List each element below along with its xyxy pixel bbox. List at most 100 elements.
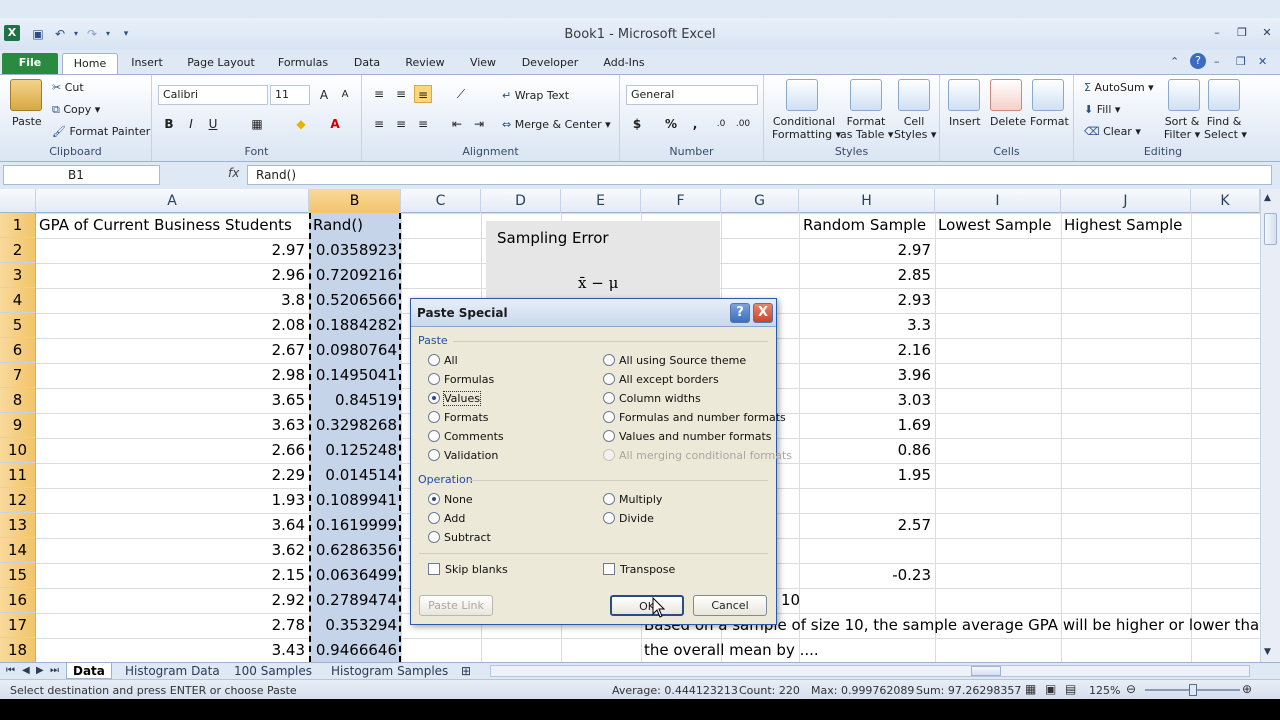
- cell-b-value[interactable]: 0.014514: [309, 463, 401, 488]
- align-top-icon[interactable]: ≡: [370, 85, 388, 103]
- cell-a-value[interactable]: 3.43: [36, 638, 309, 662]
- sort-filter-button[interactable]: Sort & Filter ▾: [1162, 115, 1202, 141]
- cell-b-value[interactable]: 0.125248: [309, 438, 401, 463]
- cell-b-value[interactable]: 0.84519: [309, 388, 401, 413]
- cell-styles-button[interactable]: Cell Styles ▾: [894, 115, 936, 141]
- cell-a-value[interactable]: 3.62: [36, 538, 309, 563]
- workbook-restore-icon[interactable]: ❐: [1236, 55, 1246, 68]
- checkbox-transpose[interactable]: Transpose: [603, 562, 675, 578]
- paste-icon[interactable]: [10, 79, 42, 111]
- next-sheet-icon[interactable]: ▶: [36, 663, 44, 679]
- cell-a-value[interactable]: 3.8: [36, 288, 309, 313]
- workbook-minimize-icon[interactable]: –: [1214, 55, 1220, 68]
- row-header[interactable]: 15: [0, 563, 36, 588]
- cell-b-value[interactable]: 0.0358923: [309, 238, 401, 263]
- align-middle-icon[interactable]: ≡: [392, 85, 410, 103]
- insert-cells-button[interactable]: Insert: [949, 115, 981, 128]
- sheet-tab-histogram-samples[interactable]: Histogram Samples: [331, 663, 448, 679]
- cell-a-value[interactable]: 2.66: [36, 438, 309, 463]
- row-header[interactable]: 14: [0, 538, 36, 563]
- row-header[interactable]: 5: [0, 313, 36, 338]
- tab-data[interactable]: Data: [344, 53, 390, 74]
- cell-h1[interactable]: Random Sample: [803, 213, 926, 238]
- col-header-b[interactable]: B: [309, 189, 401, 213]
- radio-subtract[interactable]: Subtract: [428, 530, 491, 546]
- row-header[interactable]: 9: [0, 413, 36, 438]
- row-header[interactable]: 17: [0, 613, 36, 638]
- col-header-g[interactable]: G: [721, 189, 799, 213]
- select-all-corner[interactable]: [0, 189, 36, 213]
- cell-b1[interactable]: Rand(): [313, 213, 363, 238]
- radio-all[interactable]: All: [428, 353, 458, 369]
- increase-decimal-icon[interactable]: .0: [712, 115, 730, 133]
- radio-multiply[interactable]: Multiply: [603, 492, 662, 508]
- col-header-c[interactable]: C: [401, 189, 481, 213]
- cell-a-value[interactable]: 2.15: [36, 563, 309, 588]
- sheet-tab-histogram-data[interactable]: Histogram Data: [125, 663, 220, 679]
- radio-column-widths[interactable]: Column widths: [603, 391, 701, 407]
- cell-b-value[interactable]: 0.9466646: [309, 638, 401, 662]
- grow-font-icon[interactable]: A: [315, 86, 333, 104]
- align-center-icon[interactable]: ≡: [392, 115, 410, 133]
- cell-j1[interactable]: Highest Sample: [1064, 213, 1182, 238]
- decrease-decimal-icon[interactable]: .00: [734, 115, 752, 133]
- cell-b-value[interactable]: 0.1089941: [309, 488, 401, 513]
- increase-indent-icon[interactable]: ⇥: [470, 115, 488, 133]
- vertical-scrollbar[interactable]: ▲ ▼: [1260, 189, 1280, 662]
- tab-review[interactable]: Review: [398, 53, 452, 74]
- comma-button[interactable]: ,: [686, 115, 704, 133]
- cell-a-value[interactable]: 2.97: [36, 238, 309, 263]
- row-header[interactable]: 11: [0, 463, 36, 488]
- scroll-down-icon[interactable]: ▼: [1264, 647, 1271, 657]
- ok-button[interactable]: OK: [610, 595, 684, 616]
- cell-b-value[interactable]: 0.353294: [309, 613, 401, 638]
- tab-formulas[interactable]: Formulas: [272, 53, 334, 74]
- cell-a-value[interactable]: 3.65: [36, 388, 309, 413]
- row-header[interactable]: 18: [0, 638, 36, 662]
- col-header-i[interactable]: I: [935, 189, 1061, 213]
- first-sheet-icon[interactable]: ⏮: [6, 663, 15, 679]
- font-name-select[interactable]: Calibri: [158, 85, 268, 105]
- cell-h-value[interactable]: 3.3: [799, 313, 935, 338]
- sort-filter-icon[interactable]: [1168, 79, 1200, 111]
- row-header[interactable]: 7: [0, 363, 36, 388]
- borders-icon[interactable]: ▦: [248, 115, 266, 133]
- formula-input[interactable]: Rand(): [247, 165, 1272, 185]
- tab-home[interactable]: Home: [62, 53, 118, 74]
- horizontal-scroll-thumb[interactable]: [971, 666, 1001, 676]
- scroll-up-icon[interactable]: ▲: [1264, 193, 1271, 203]
- fill-button[interactable]: ⬇ Fill ▾: [1084, 103, 1120, 116]
- underline-button[interactable]: U: [204, 115, 222, 133]
- cell-a-value[interactable]: 3.63: [36, 413, 309, 438]
- col-header-d[interactable]: D: [481, 189, 561, 213]
- radio-divide[interactable]: Divide: [603, 511, 654, 527]
- fill-color-icon[interactable]: ◆: [292, 115, 310, 133]
- merge-center-button[interactable]: ⇔ Merge & Center ▾: [502, 118, 611, 131]
- cell-b-value[interactable]: 0.1619999: [309, 513, 401, 538]
- col-header-a[interactable]: A: [36, 189, 309, 213]
- minimize-ribbon-icon[interactable]: ⌃: [1170, 55, 1179, 68]
- cell-a-value[interactable]: 2.78: [36, 613, 309, 638]
- cell-h15[interactable]: -0.23: [799, 563, 935, 588]
- cell-b-value[interactable]: 0.2789474: [309, 588, 401, 613]
- last-sheet-icon[interactable]: ⏭: [50, 663, 59, 679]
- delete-cells-button[interactable]: Delete: [990, 115, 1026, 128]
- find-select-icon[interactable]: [1208, 79, 1240, 111]
- zoom-level[interactable]: 125%: [1089, 684, 1120, 697]
- row-header[interactable]: 3: [0, 263, 36, 288]
- cell-b-value[interactable]: 0.7209216: [309, 263, 401, 288]
- zoom-out-icon[interactable]: ⊖: [1126, 682, 1136, 696]
- row-header[interactable]: 2: [0, 238, 36, 263]
- col-header-e[interactable]: E: [561, 189, 641, 213]
- cell-h-value[interactable]: 3.03: [799, 388, 935, 413]
- tab-developer[interactable]: Developer: [514, 53, 586, 74]
- radio-all-source-theme[interactable]: All using Source theme: [603, 353, 746, 369]
- col-header-h[interactable]: H: [799, 189, 935, 213]
- row-header[interactable]: 1: [0, 213, 36, 238]
- cell-h-value[interactable]: 2.85: [799, 263, 935, 288]
- row18-note[interactable]: the overall mean by ....: [644, 638, 819, 662]
- delete-cells-icon[interactable]: [990, 79, 1022, 111]
- radio-validation[interactable]: Validation: [428, 448, 498, 464]
- cell-b-value[interactable]: 0.1495041: [309, 363, 401, 388]
- row-header[interactable]: 10: [0, 438, 36, 463]
